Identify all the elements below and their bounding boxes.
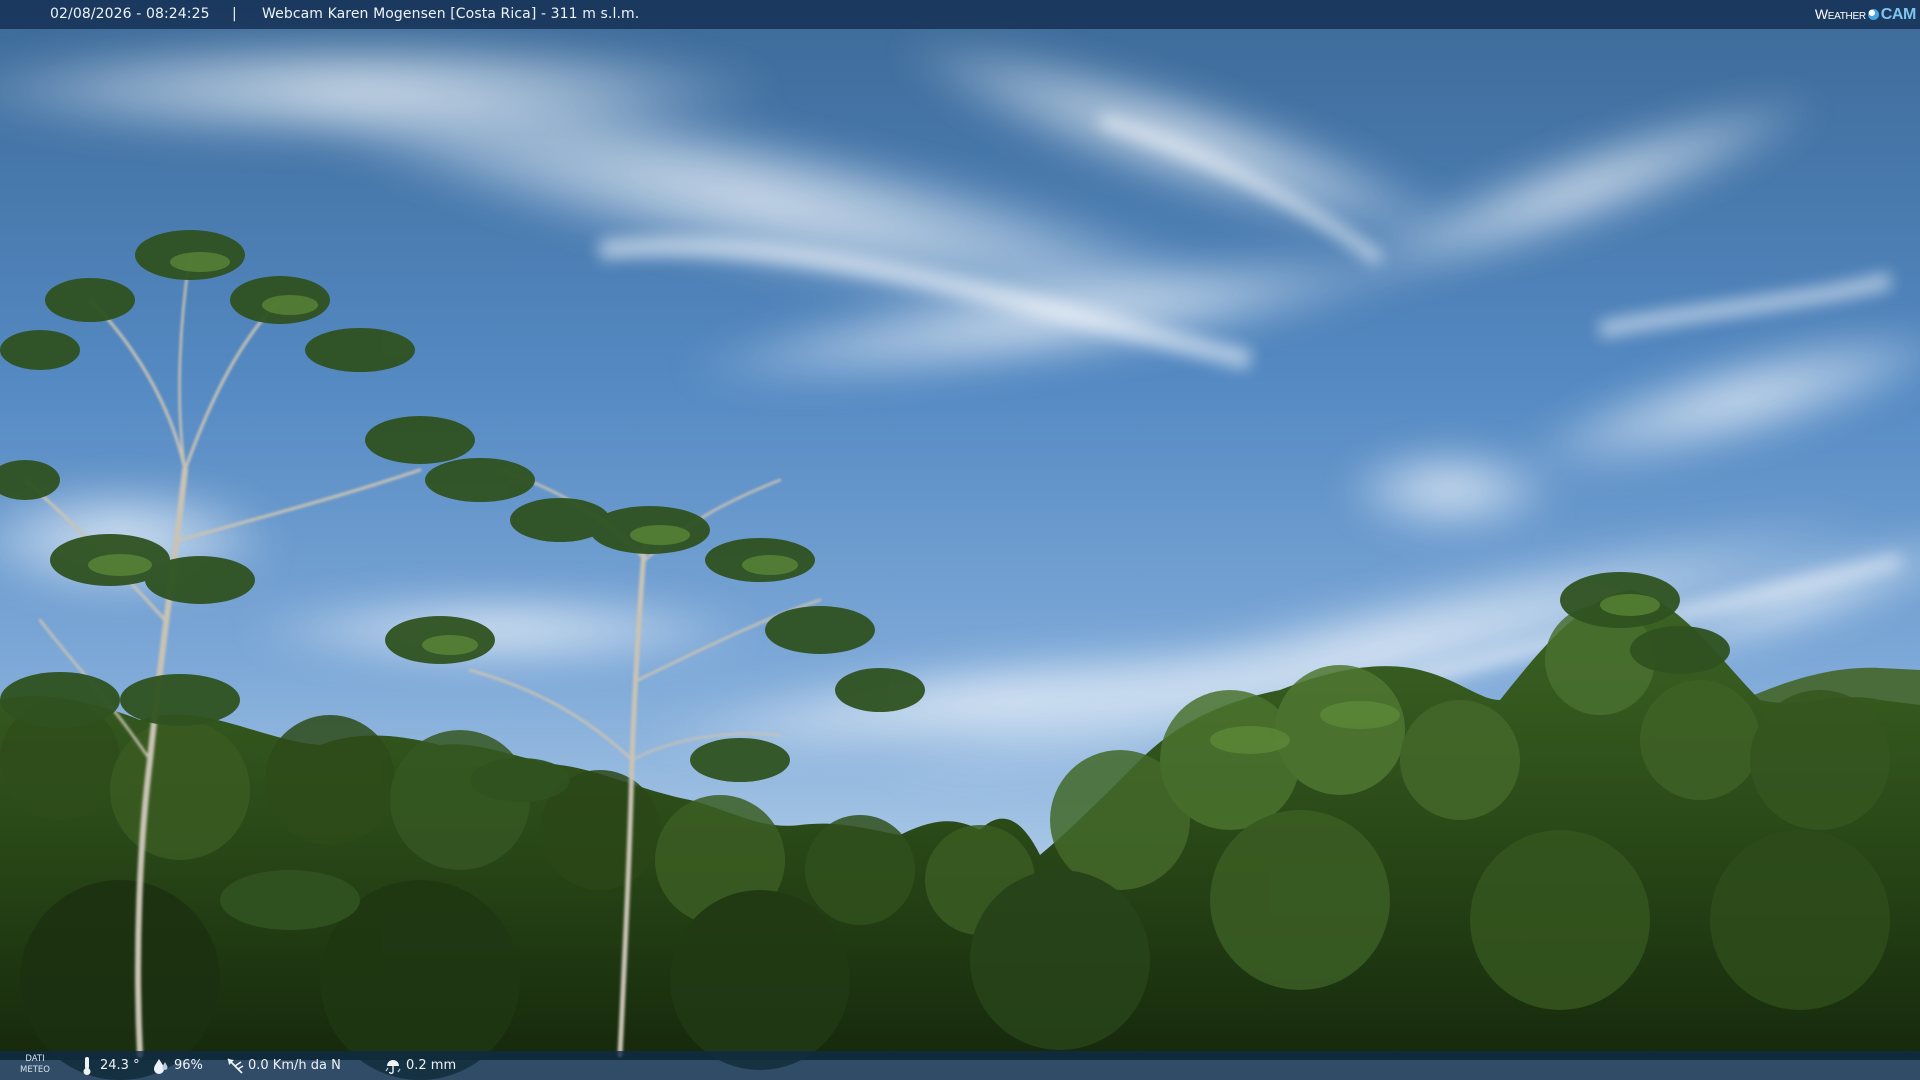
wind-icon bbox=[226, 1056, 244, 1076]
temperature-value: 24.3 ° bbox=[100, 1058, 140, 1073]
meteo-data-label: DATI METEO bbox=[17, 1054, 53, 1076]
weather-data-bar: DATI METEO 24.3 ° 96% 0.0 Km/h da N 0.2 … bbox=[0, 1051, 1920, 1080]
humidity-reading: 96% bbox=[152, 1051, 203, 1080]
rain-value: 0.2 mm bbox=[406, 1058, 457, 1073]
logo-text-weather: Weather bbox=[1814, 6, 1866, 22]
meteo-label-line2: METEO bbox=[20, 1065, 50, 1075]
meteo-label-line1: DATI bbox=[25, 1054, 45, 1064]
separator: | bbox=[232, 6, 237, 22]
temperature-reading: 24.3 ° bbox=[78, 1051, 140, 1080]
wind-value: 0.0 Km/h da N bbox=[248, 1058, 341, 1073]
top-info-bar: 02/08/2026 - 08:24:25 | Webcam Karen Mog… bbox=[0, 0, 1920, 29]
logo-text-cam: CAM bbox=[1880, 6, 1917, 23]
thermometer-icon bbox=[78, 1056, 96, 1076]
webcam-image bbox=[0, 0, 1920, 1080]
weathercam-logo: Weather CAM bbox=[1814, 2, 1917, 27]
timestamp: 02/08/2026 - 08:24:25 bbox=[50, 6, 210, 22]
rain-reading: 0.2 mm bbox=[384, 1051, 456, 1080]
wind-reading: 0.0 Km/h da N bbox=[226, 1051, 341, 1080]
webcam-title: Webcam Karen Mogensen [Costa Rica] - 311… bbox=[262, 6, 640, 22]
humidity-icon bbox=[152, 1056, 170, 1076]
humidity-value: 96% bbox=[174, 1058, 203, 1073]
rain-icon bbox=[384, 1056, 402, 1076]
landscape-view bbox=[0, 0, 1920, 1080]
logo-globe-icon bbox=[1867, 9, 1879, 20]
